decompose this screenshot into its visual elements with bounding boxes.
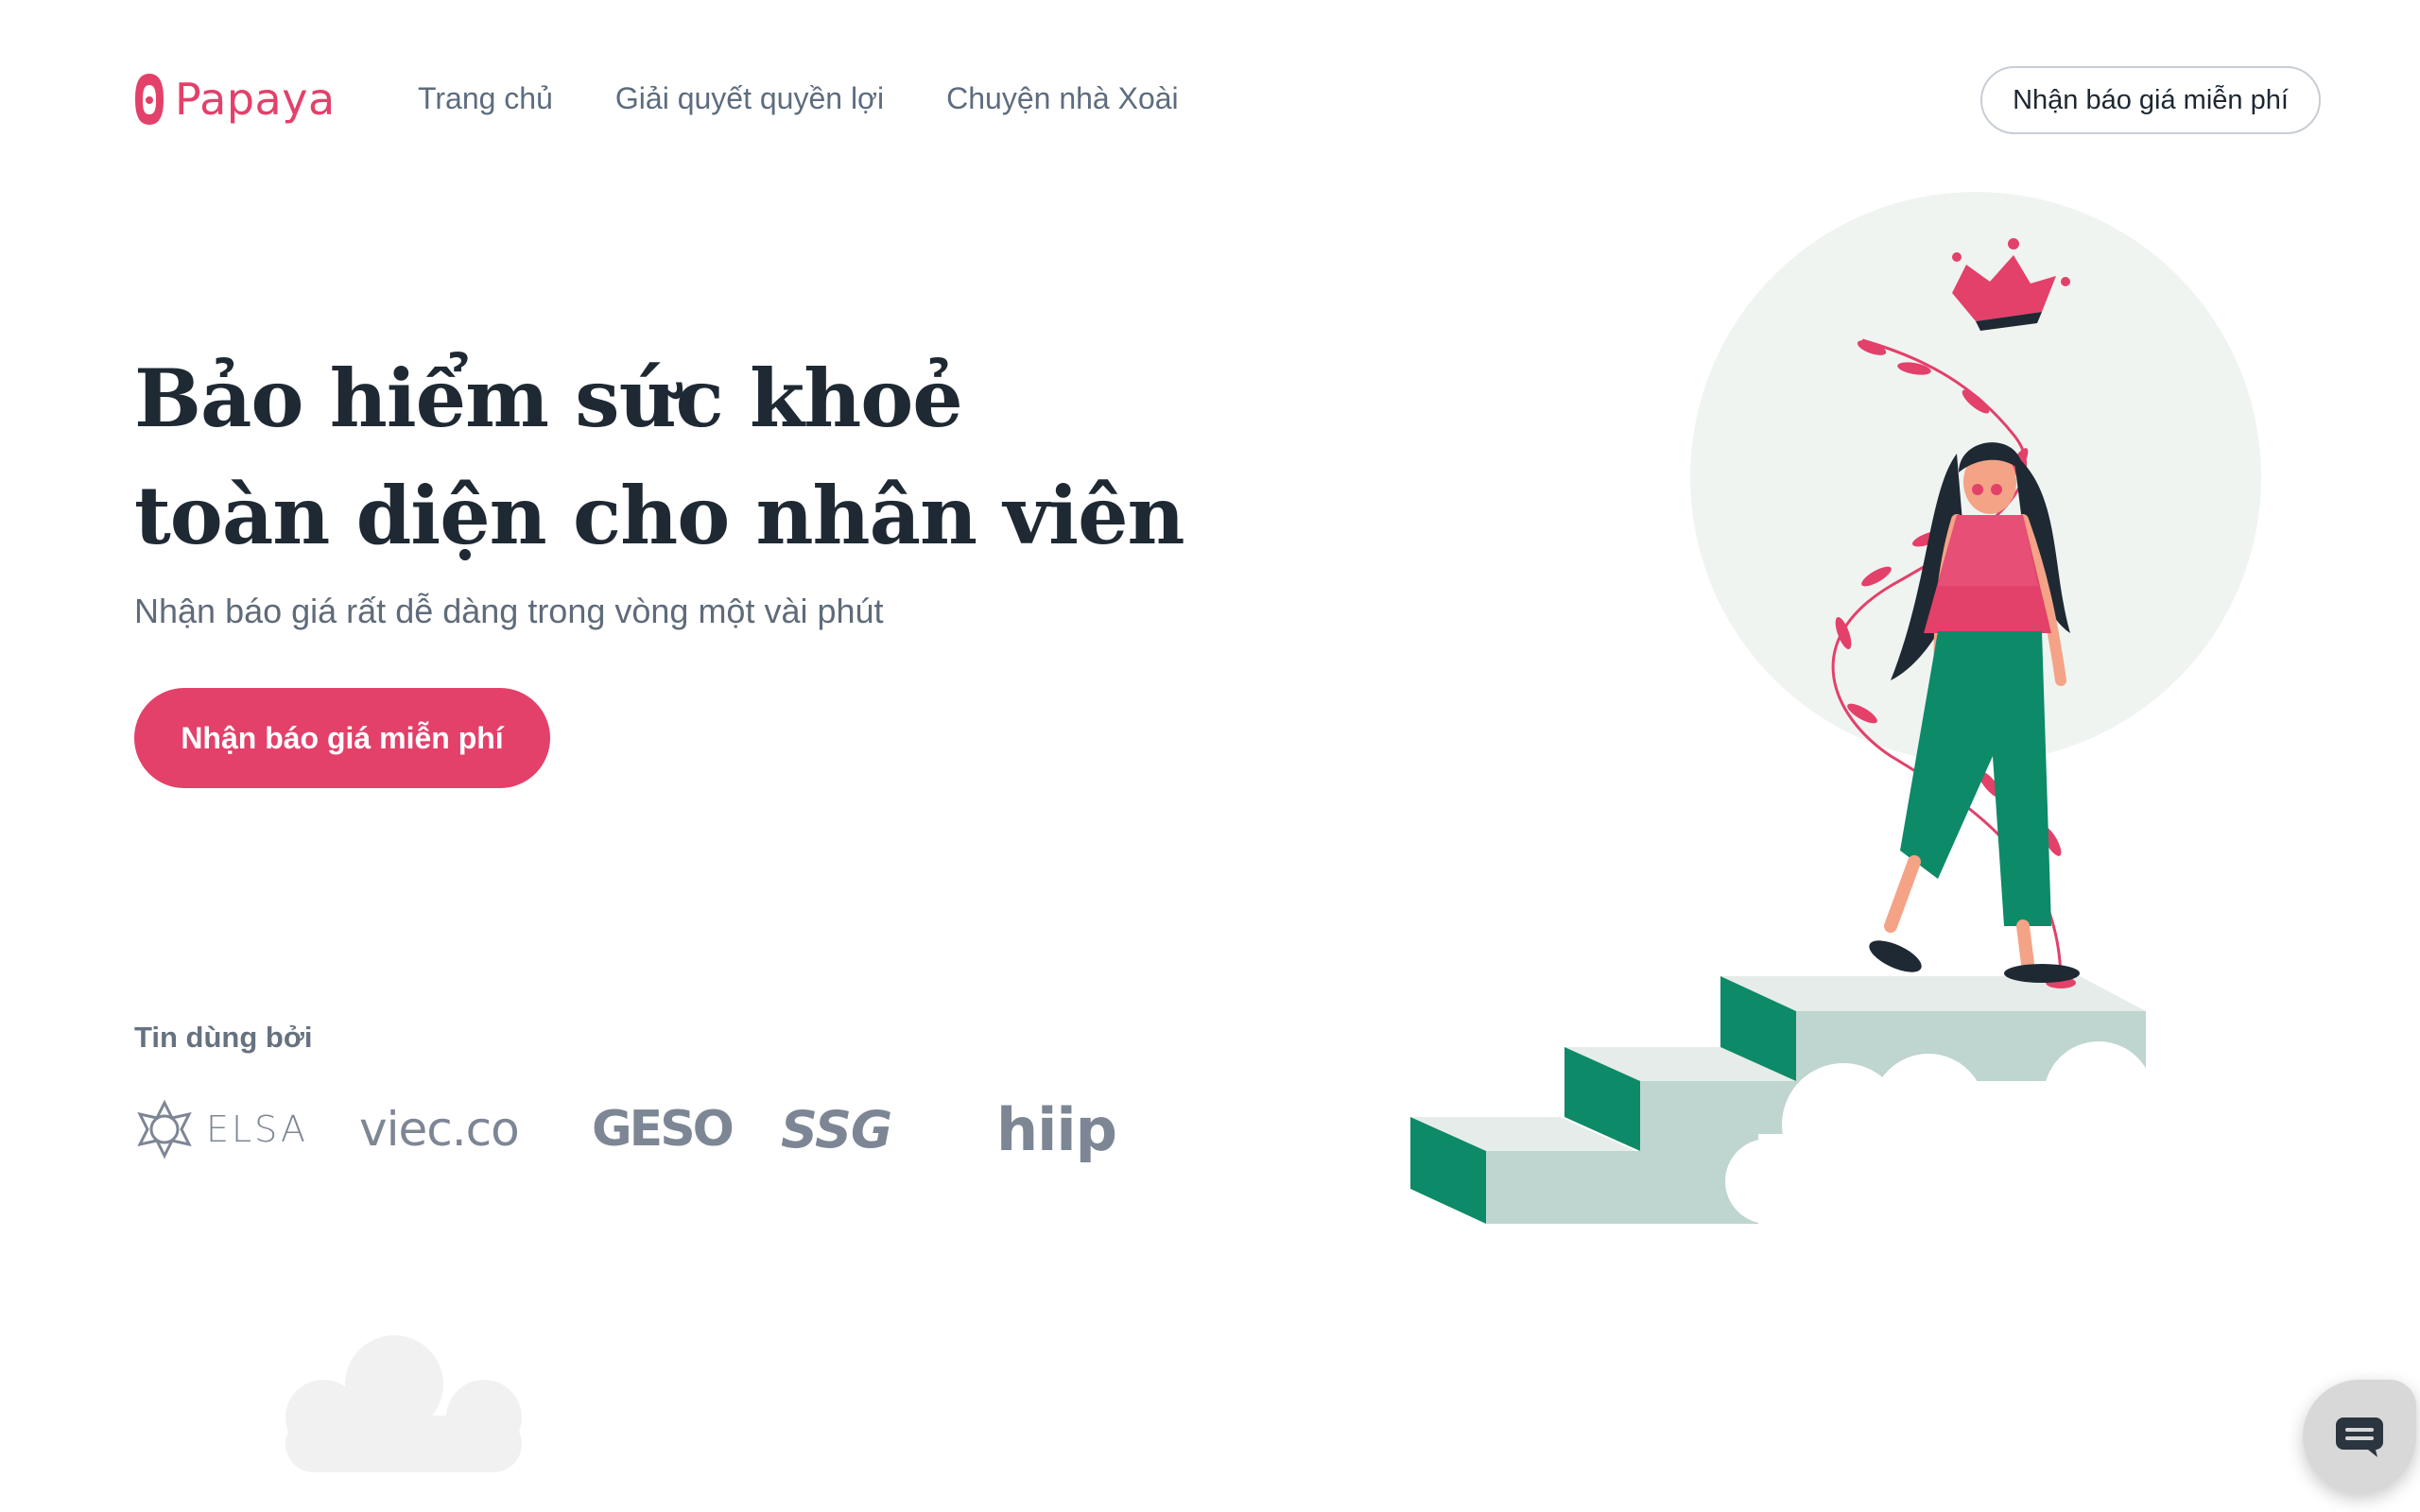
partner-logos: ELSA viec.co GESO SSG hiip [134,1094,1127,1164]
partner-name: SSG [781,1099,892,1160]
hero-quote-button[interactable]: Nhận báo giá miễn phí [134,688,550,788]
hero-title: Bảo hiểm sức khoẻ toàn diện cho nhân viê… [134,340,1185,575]
header-quote-button[interactable]: Nhận báo giá miễn phí [1980,66,2321,134]
hero-subtitle: Nhận báo giá rất dễ dàng trong vòng một … [134,592,884,630]
hero-title-line-1: Bảo hiểm sức khoẻ [134,352,963,445]
papaya-logo[interactable]: Papaya [133,72,336,127]
partner-logo-geso: GESO [592,1096,735,1162]
partner-name: ELSA [206,1108,309,1150]
partner-logo-elsa: ELSA [134,1096,308,1162]
partner-name: hiip [996,1094,1117,1164]
partner-name: viec.co [359,1102,520,1157]
logo-text: Papaya [175,74,336,125]
decorative-cloud [285,1335,522,1472]
partner-name: GESO [592,1101,735,1158]
main-nav: Trang chủ Giải quyết quyền lợi Chuyện nh… [418,79,1179,117]
partner-logo-viec: viec.co [359,1096,520,1162]
nav-item-home[interactable]: Trang chủ [418,79,553,117]
hero-illustration [1410,192,2261,1228]
chat-bubble-icon [2336,1418,2383,1457]
partner-logo-ssg: SSG [781,1096,892,1162]
nav-item-claims[interactable]: Giải quyết quyền lợi [615,79,884,117]
hero-title-line-2: toàn diện cho nhân viên [134,469,1185,562]
nav-item-blog[interactable]: Chuyện nhà Xoài [946,79,1179,117]
landing-page: Papaya Trang chủ Giải quyết quyền lợi Ch… [0,0,2420,1512]
partner-logo-hiip: hiip [996,1094,1117,1164]
elsa-star-icon [137,1099,192,1160]
trusted-by-label: Tin dùng bởi [134,1021,313,1054]
chat-widget-button[interactable] [2303,1380,2416,1493]
papaya-logo-icon [135,74,164,125]
